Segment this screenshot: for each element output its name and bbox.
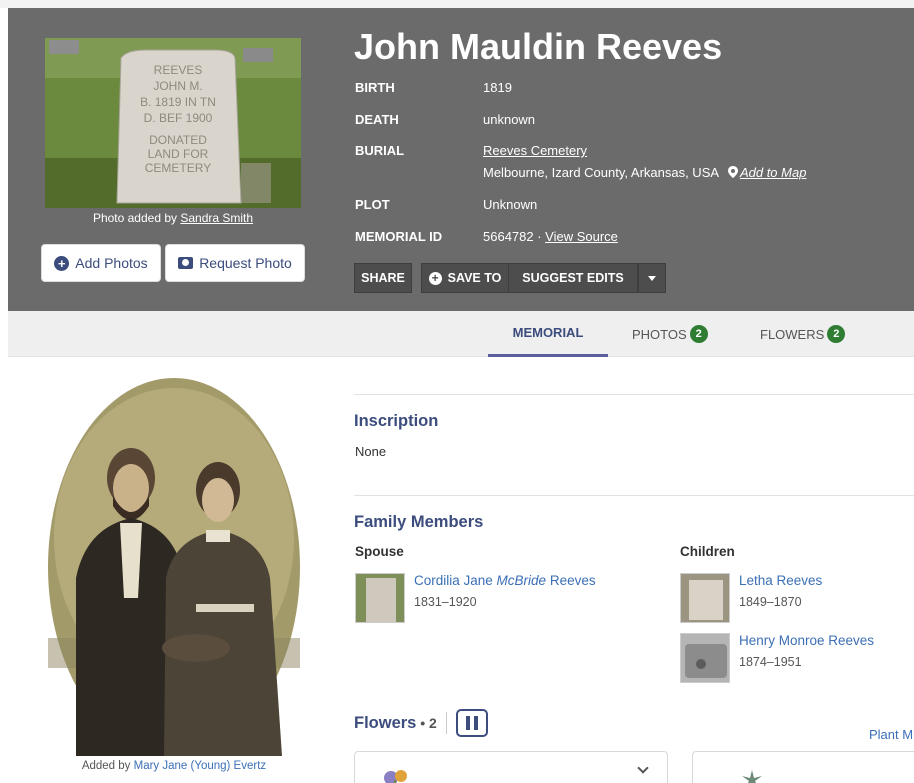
spouse-thumbnail[interactable] <box>355 573 405 623</box>
memorial-page: REEVES JOHN M. B. 1819 IN TN D. BEF 1900… <box>0 0 914 783</box>
divider <box>354 394 914 395</box>
burial-value: Reeves Cemetery <box>483 143 587 158</box>
portrait-contributor-link[interactable]: Mary Jane (Young) Evertz <box>134 760 267 772</box>
flower-card[interactable] <box>692 751 914 783</box>
flowers-title: Flowers • 2 <box>354 714 437 732</box>
divider <box>446 712 447 734</box>
headstone-photo[interactable]: REEVES JOHN M. B. 1819 IN TN D. BEF 1900… <box>45 38 301 208</box>
headstone-line-3: B. 1819 IN TN <box>140 95 216 109</box>
children-heading: Children <box>680 544 735 559</box>
child-name-link[interactable]: Henry Monroe Reeves <box>739 633 874 648</box>
portrait-photo[interactable] <box>46 378 302 756</box>
flower-icon <box>384 770 407 783</box>
headstone-line-4: D. BEF 1900 <box>144 111 213 125</box>
tab-flowers[interactable]: FLOWERS 2 <box>760 311 846 357</box>
portrait-caption: Added by Mary Jane (Young) Evertz <box>81 760 267 772</box>
portrait-image <box>48 378 300 756</box>
add-photos-button[interactable]: + Add Photos <box>41 244 161 282</box>
tab-photos[interactable]: PHOTOS 2 <box>632 311 708 357</box>
plot-label: PLOT <box>355 197 390 212</box>
plus-circle-icon: + <box>428 271 442 285</box>
child-name-link[interactable]: Letha Reeves <box>739 573 822 588</box>
photo-caption: Photo added by Sandra Smith <box>92 211 254 225</box>
inscription-title: Inscription <box>354 412 439 430</box>
flower-card[interactable] <box>354 751 668 783</box>
birth-value: 1819 <box>483 80 512 95</box>
headstone-line-6: LAND FOR <box>148 147 209 161</box>
flower-icon <box>742 770 762 783</box>
tab-memorial[interactable]: MEMORIAL <box>488 311 608 357</box>
memorial-tabs: MEMORIAL PHOTOS 2 FLOWERS 2 <box>8 311 914 357</box>
view-source-link[interactable]: View Source <box>545 229 618 244</box>
caret-down-icon <box>648 275 656 281</box>
more-options-button[interactable] <box>638 263 666 293</box>
plus-circle-icon: + <box>54 255 70 271</box>
headstone-line-7: CEMETERY <box>145 161 211 175</box>
headstone-image: REEVES JOHN M. B. 1819 IN TN D. BEF 1900… <box>45 38 301 208</box>
birth-label: BIRTH <box>355 80 395 95</box>
person-name: John Mauldin Reeves <box>354 26 723 67</box>
burial-location: Melbourne, Izard County, Arkansas, USA A… <box>483 165 807 180</box>
divider <box>354 495 914 496</box>
child-dates: 1874–1951 <box>739 655 802 669</box>
photos-count-badge: 2 <box>689 325 708 343</box>
spouse-heading: Spouse <box>355 544 404 559</box>
memorial-id-label: MEMORIAL ID <box>355 229 443 244</box>
suggest-edits-button[interactable]: SUGGEST EDITS <box>508 263 638 293</box>
add-to-map-link[interactable]: Add to Map <box>740 165 807 180</box>
death-label: DEATH <box>355 112 399 127</box>
child-thumbnail[interactable] <box>680 573 730 623</box>
pause-button[interactable] <box>456 709 488 737</box>
map-pin-icon <box>727 166 738 178</box>
headstone-line-5: DONATED <box>149 133 207 147</box>
flowers-count-badge: 2 <box>827 325 846 343</box>
cemetery-link[interactable]: Reeves Cemetery <box>483 143 587 158</box>
camera-icon <box>178 257 194 269</box>
inscription-value: None <box>355 444 387 459</box>
request-photo-button[interactable]: Request Photo <box>165 244 305 282</box>
child-thumbnail[interactable] <box>680 633 730 683</box>
family-members-title: Family Members <box>354 513 484 531</box>
headstone-line-2: JOHN M. <box>153 79 202 93</box>
plant-memorial-link[interactable]: Plant M <box>869 727 913 742</box>
share-button[interactable]: SHARE <box>354 263 412 293</box>
plot-value: Unknown <box>483 197 538 212</box>
spouse-name-link[interactable]: Cordilia Jane McBride Reeves <box>414 573 596 588</box>
child-dates: 1849–1870 <box>739 595 802 609</box>
chevron-down-icon <box>637 762 649 774</box>
top-strip <box>0 0 914 8</box>
memorial-header: REEVES JOHN M. B. 1819 IN TN D. BEF 1900… <box>8 8 914 311</box>
pause-icon <box>466 716 470 730</box>
memorial-id-value: 5664782 · View Source <box>483 229 618 244</box>
save-to-button[interactable]: + SAVE TO <box>421 263 509 293</box>
burial-label: BURIAL <box>355 143 405 158</box>
photo-contributor-link[interactable]: Sandra Smith <box>180 211 253 225</box>
death-value: unknown <box>483 112 536 127</box>
headstone-line-1: REEVES <box>154 63 203 77</box>
spouse-dates: 1831–1920 <box>414 595 477 609</box>
